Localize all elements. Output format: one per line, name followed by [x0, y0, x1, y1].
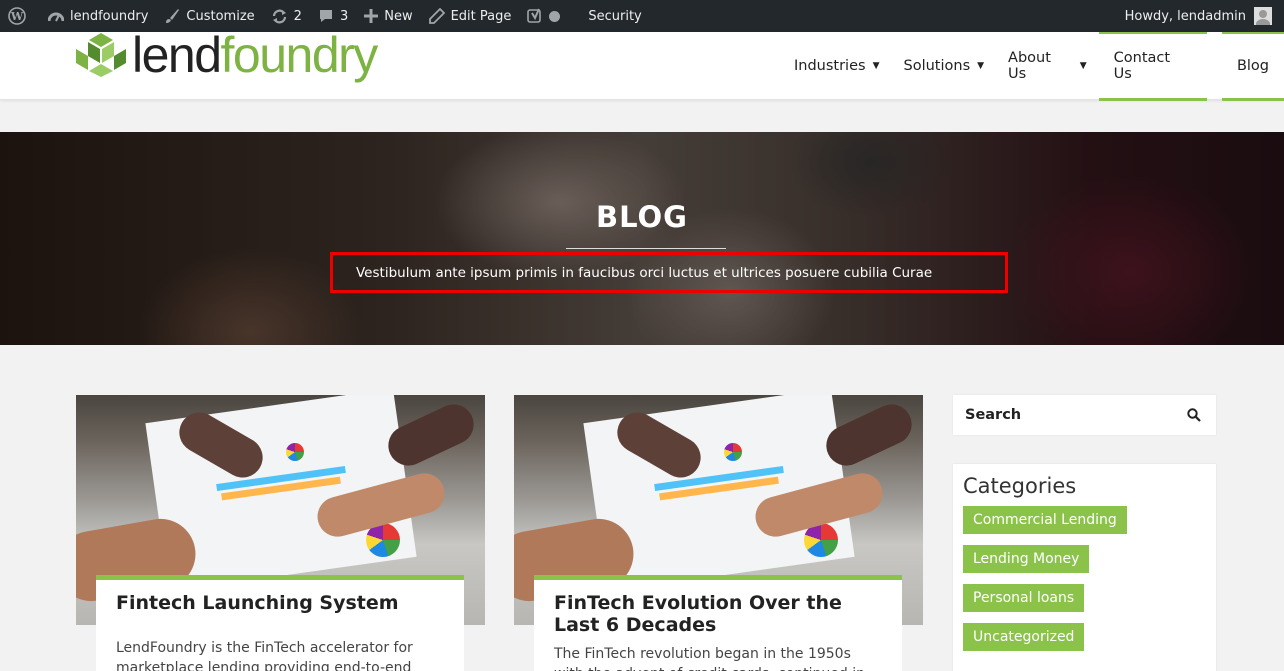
pencil-icon	[428, 8, 445, 24]
plus-icon	[364, 9, 379, 23]
search-button[interactable]	[1184, 405, 1204, 425]
post-excerpt: The FinTech revolution began in the 1950…	[554, 646, 865, 671]
new-label: New	[384, 8, 413, 24]
updates-count: 2	[293, 8, 302, 24]
blog-post-card: FinTech Evolution Over the Last 6 Decade…	[514, 395, 923, 671]
nav-item-label: Industries	[794, 58, 866, 74]
svg-text:W: W	[10, 10, 24, 23]
post-content-card: Fintech Launching System LendFoundry is …	[96, 575, 464, 671]
nav-item-label: Solutions	[903, 58, 971, 74]
main-nav: Industries ▼ Solutions ▼ About Us ▼ Contact…	[782, 32, 1284, 101]
security-label: Security	[588, 8, 642, 24]
nav-item-blog[interactable]: Blog	[1221, 32, 1284, 101]
yoast-menu[interactable]	[519, 0, 568, 32]
howdy-label: Howdy, lendadmin	[1124, 8, 1246, 24]
category-tag[interactable]: Uncategorized	[963, 623, 1085, 651]
search-widget[interactable]: Search	[953, 395, 1216, 435]
site-logo[interactable]: lendfoundry	[76, 27, 379, 83]
category-tag[interactable]: Lending Money	[963, 545, 1090, 573]
post-title[interactable]: Fintech Launching System	[116, 592, 444, 614]
logo-wordmark: lendfoundry	[132, 27, 379, 83]
nav-item-contact-us[interactable]: Contact Us	[1098, 32, 1208, 101]
post-title[interactable]: FinTech Evolution Over the Last 6 Decade…	[554, 592, 882, 636]
seo-status-dot-icon	[549, 10, 561, 22]
comment-icon	[318, 8, 334, 24]
page-title: BLOG	[595, 200, 688, 234]
hand-image	[381, 397, 481, 473]
site-name-label: lendfoundry	[70, 8, 149, 24]
wp-logo-menu[interactable]: W	[0, 0, 40, 32]
post-content-card: FinTech Evolution Over the Last 6 Decade…	[534, 575, 902, 671]
nav-item-label: Blog	[1236, 58, 1269, 74]
edit-page-link[interactable]: Edit Page	[421, 0, 520, 32]
hand-image	[819, 397, 919, 473]
edit-page-label: Edit Page	[450, 8, 512, 24]
nav-item-solutions[interactable]: Solutions ▼	[892, 32, 997, 100]
categories-title: Categories	[963, 474, 1077, 498]
pie-chart-icon	[286, 443, 304, 461]
site-header: lendfoundry Industries ▼ Solutions ▼ About…	[0, 27, 1284, 101]
refresh-icon	[271, 8, 288, 25]
nav-item-label: Contact Us	[1113, 50, 1171, 82]
search-input[interactable]: Search	[965, 407, 1021, 423]
caret-down-icon: ▼	[872, 61, 880, 71]
logo-mark-icon	[76, 33, 126, 77]
caret-down-icon: ▼	[977, 61, 985, 71]
category-tag[interactable]: Personal loans	[963, 584, 1085, 612]
logo-text-foundry: foundry	[220, 27, 379, 83]
brush-icon	[164, 8, 180, 24]
dashboard-icon	[48, 9, 64, 23]
caret-down-icon: ▼	[1079, 61, 1087, 71]
yoast-icon	[527, 8, 543, 24]
search-icon	[1187, 408, 1201, 422]
nav-item-label: About Us	[1008, 50, 1051, 82]
avatar	[1254, 7, 1272, 25]
nav-item-industries[interactable]: Industries ▼	[782, 32, 892, 100]
page-hero: BLOG Vestibulum ante ipsum primis in fau…	[0, 132, 1284, 345]
customize-label: Customize	[186, 8, 255, 24]
pie-chart-icon	[724, 443, 742, 461]
page-subtitle: Vestibulum ante ipsum primis in faucibus…	[330, 252, 1008, 293]
blog-post-card: Fintech Launching System LendFoundry is …	[76, 395, 485, 671]
category-tag[interactable]: Commercial Lending	[963, 506, 1127, 534]
logo-text-lend: lend	[132, 27, 222, 83]
post-excerpt: LendFoundry is the FinTech accelerator f…	[116, 640, 413, 671]
title-divider	[566, 248, 726, 249]
nav-item-about-us[interactable]: About Us ▼	[996, 32, 1099, 100]
categories-widget: Categories Commercial Lending Lending Mo…	[953, 464, 1216, 671]
wordpress-icon: W	[8, 7, 26, 25]
comments-count: 3	[339, 8, 349, 24]
account-menu[interactable]: Howdy, lendadmin	[1125, 0, 1272, 32]
security-menu[interactable]: Security	[580, 0, 649, 32]
